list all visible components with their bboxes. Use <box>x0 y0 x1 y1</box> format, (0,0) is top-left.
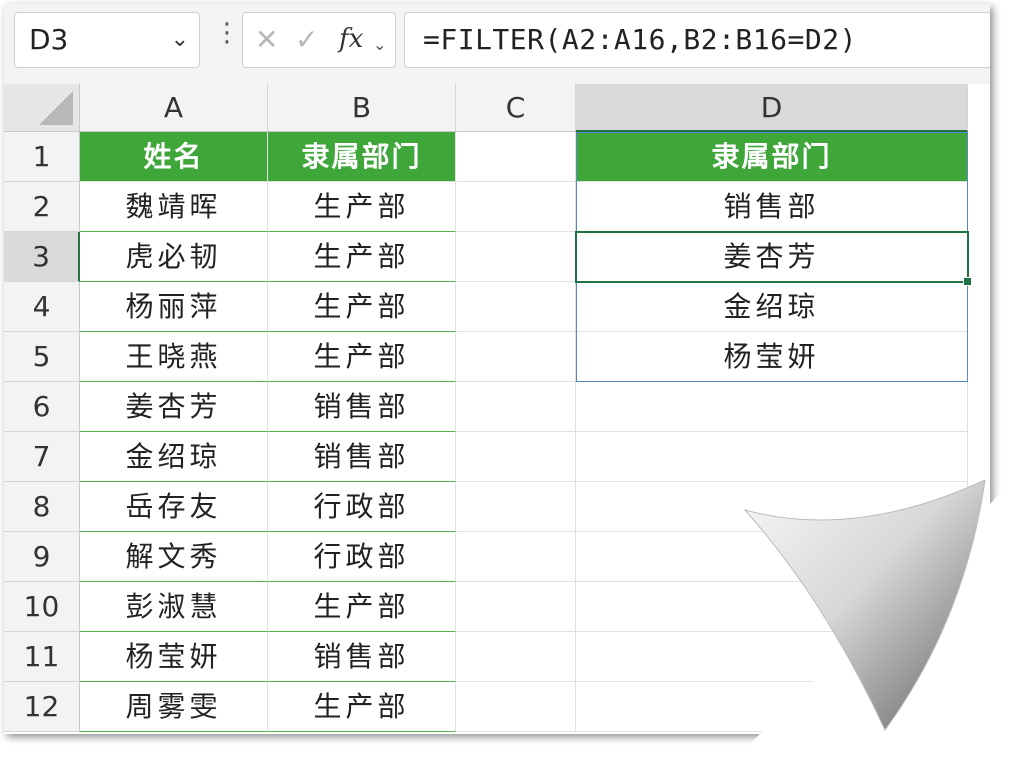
cell-c12[interactable] <box>456 682 576 732</box>
chevron-down-icon[interactable]: ⌄ <box>171 27 189 52</box>
department-cell[interactable]: 销售部 <box>268 632 456 682</box>
cell-d12[interactable] <box>576 682 968 732</box>
department-cell[interactable]: 生产部 <box>268 582 456 632</box>
row-header-5[interactable]: 5 <box>4 332 80 382</box>
vertical-dots-icon[interactable]: ⋮ <box>214 18 240 48</box>
header-cell-name[interactable]: 姓名 <box>80 132 268 182</box>
cell-c1[interactable] <box>456 132 576 182</box>
column-header-d[interactable]: D <box>576 84 968 132</box>
cell-c7[interactable] <box>456 432 576 482</box>
name-cell[interactable]: 周雾雯 <box>80 682 268 732</box>
name-cell[interactable]: 杨丽萍 <box>80 282 268 332</box>
cell-d11[interactable] <box>576 632 968 682</box>
cell-c10[interactable] <box>456 582 576 632</box>
department-cell[interactable]: 生产部 <box>268 332 456 382</box>
row-header-7[interactable]: 7 <box>4 432 80 482</box>
formula-text: =FILTER(A2:A16,B2:B16=D2) <box>423 23 857 56</box>
name-box-value: D3 <box>29 23 69 56</box>
department-cell[interactable]: 生产部 <box>268 182 456 232</box>
row-header-6[interactable]: 6 <box>4 382 80 432</box>
department-cell[interactable]: 生产部 <box>268 282 456 332</box>
header-cell-department[interactable]: 隶属部门 <box>268 132 456 182</box>
row-header-4[interactable]: 4 <box>4 282 80 332</box>
department-cell[interactable]: 销售部 <box>268 432 456 482</box>
row-header-2[interactable]: 2 <box>4 182 80 232</box>
cell-d10[interactable] <box>576 582 968 632</box>
name-box[interactable]: D3 ⌄ <box>14 12 200 68</box>
cell-c11[interactable] <box>456 632 576 682</box>
criteria-cell-d2[interactable]: 销售部 <box>576 182 968 232</box>
cell-d9[interactable] <box>576 532 968 582</box>
row-header-9[interactable]: 9 <box>4 532 80 582</box>
row-header-3[interactable]: 3 <box>4 232 80 282</box>
name-cell[interactable]: 岳存友 <box>80 482 268 532</box>
checkmark-icon[interactable]: ✓ <box>295 23 318 56</box>
fx-dropdown-icon[interactable]: ⌄ <box>373 35 386 54</box>
name-cell[interactable]: 金绍琼 <box>80 432 268 482</box>
row-header-1[interactable]: 1 <box>4 132 80 182</box>
name-cell[interactable]: 王晓燕 <box>80 332 268 382</box>
select-all-corner[interactable] <box>4 84 80 132</box>
name-cell[interactable]: 姜杏芳 <box>80 382 268 432</box>
cell-c4[interactable] <box>456 282 576 332</box>
active-cell-d3[interactable] <box>575 231 972 286</box>
department-cell[interactable]: 行政部 <box>268 482 456 532</box>
cell-c2[interactable] <box>456 182 576 232</box>
result-cell[interactable]: 金绍琼 <box>576 282 968 332</box>
cell-d6[interactable] <box>576 382 968 432</box>
cell-d8[interactable] <box>576 482 968 532</box>
name-cell[interactable]: 魏靖晖 <box>80 182 268 232</box>
name-cell[interactable]: 彭淑慧 <box>80 582 268 632</box>
column-header-a[interactable]: A <box>80 84 268 132</box>
cell-c5[interactable] <box>456 332 576 382</box>
row-header-12[interactable]: 12 <box>4 682 80 732</box>
row-header-11[interactable]: 11 <box>4 632 80 682</box>
name-cell[interactable]: 虎必韧 <box>80 232 268 282</box>
cancel-x-icon[interactable]: ✕ <box>255 23 278 56</box>
department-cell[interactable]: 销售部 <box>268 382 456 432</box>
fx-icon[interactable]: fx <box>339 24 363 54</box>
column-header-b[interactable]: B <box>268 84 456 132</box>
row-header-10[interactable]: 10 <box>4 582 80 632</box>
result-cell[interactable]: 杨莹妍 <box>576 332 968 382</box>
cell-c6[interactable] <box>456 382 576 432</box>
formula-input[interactable]: =FILTER(A2:A16,B2:B16=D2) <box>404 12 990 68</box>
formula-buttons: ✕ ✓ fx ⌄ <box>242 12 396 68</box>
column-header-c[interactable]: C <box>456 84 576 132</box>
cell-c3[interactable] <box>456 232 576 282</box>
formula-bar: D3 ⌄ ⋮ ✕ ✓ fx ⌄ =FILTER(A2:A16,B2:B16=D2… <box>4 4 990 84</box>
cell-c8[interactable] <box>456 482 576 532</box>
department-cell[interactable]: 行政部 <box>268 532 456 582</box>
name-cell[interactable]: 解文秀 <box>80 532 268 582</box>
department-cell[interactable]: 生产部 <box>268 232 456 282</box>
header-cell-d1[interactable]: 隶属部门 <box>576 132 968 182</box>
name-cell[interactable]: 杨莹妍 <box>80 632 268 682</box>
department-cell[interactable]: 生产部 <box>268 682 456 732</box>
cell-c9[interactable] <box>456 532 576 582</box>
row-header-8[interactable]: 8 <box>4 482 80 532</box>
cell-d7[interactable] <box>576 432 968 482</box>
spreadsheet-window: D3 ⌄ ⋮ ✕ ✓ fx ⌄ =FILTER(A2:A16,B2:B16=D2… <box>4 4 990 734</box>
fill-handle[interactable] <box>963 277 972 286</box>
